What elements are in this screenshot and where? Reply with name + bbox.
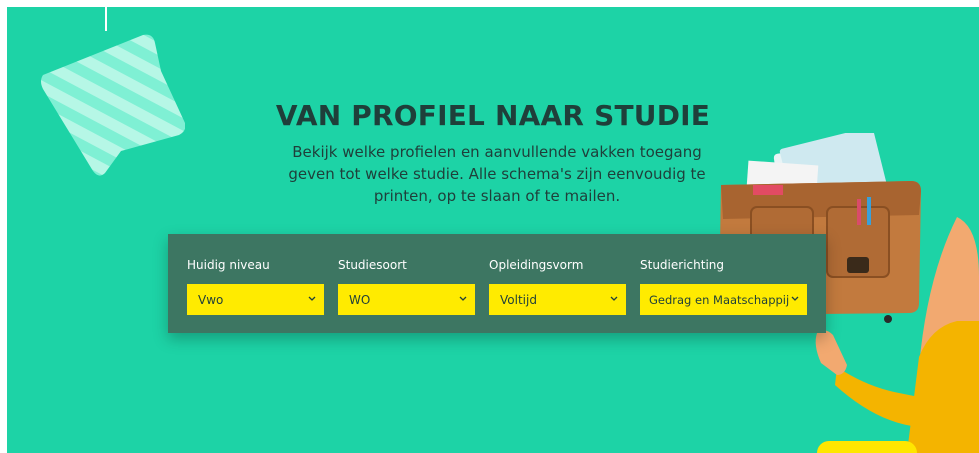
filter-huidig-niveau: Huidig niveau Vwo <box>187 258 324 315</box>
yellow-button-fragment[interactable] <box>817 441 917 453</box>
filter-opleidingsvorm: Opleidingsvorm Voltijd <box>489 258 626 315</box>
filter-studierichting: Studierichting Gedrag en Maatschappij <box>640 258 807 315</box>
page-title: VAN PROFIEL NAAR STUDIE <box>275 99 711 132</box>
chevron-down-icon <box>308 296 316 301</box>
filter-label: Opleidingsvorm <box>489 258 584 272</box>
filter-label: Studiesoort <box>338 258 407 272</box>
hero-section: VAN PROFIEL NAAR STUDIE Bekijk welke pro… <box>7 7 979 453</box>
chevron-down-icon <box>791 296 799 301</box>
filter-label: Huidig niveau <box>187 258 270 272</box>
select-value: WO <box>349 292 371 307</box>
huidig-niveau-select[interactable]: Vwo <box>187 284 324 315</box>
select-value: Vwo <box>198 292 224 307</box>
page-subtitle: Bekijk welke profielen en aanvullende va… <box>288 143 706 205</box>
studiesoort-select[interactable]: WO <box>338 284 475 315</box>
study-filter-panel: Huidig niveau Vwo Studiesoort WO Opleidi… <box>168 234 826 333</box>
filter-label: Studierichting <box>640 258 724 272</box>
select-value: Gedrag en Maatschappij <box>649 292 790 307</box>
filter-studiesoort: Studiesoort WO <box>338 258 475 315</box>
select-value: Voltijd <box>500 292 537 307</box>
chevron-down-icon <box>610 296 618 301</box>
person-illustration <box>815 217 979 453</box>
opleidingsvorm-select[interactable]: Voltijd <box>489 284 626 315</box>
chevron-down-icon <box>459 296 467 301</box>
studierichting-select[interactable]: Gedrag en Maatschappij <box>640 284 807 315</box>
